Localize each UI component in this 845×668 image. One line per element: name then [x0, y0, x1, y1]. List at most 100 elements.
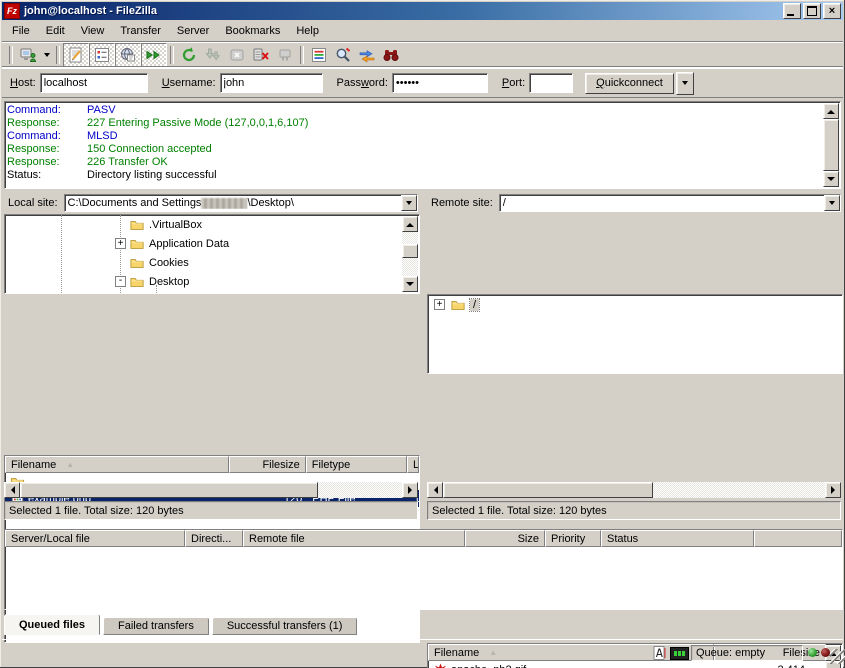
column-header-priority[interactable]: Priority: [545, 530, 601, 547]
expand-plus-icon[interactable]: [434, 299, 445, 310]
scroll-down-button[interactable]: [402, 276, 418, 292]
tree-guide-line: [61, 215, 62, 293]
scroll-up-button[interactable]: [823, 103, 839, 119]
tree-item-application-data[interactable]: Application Data: [5, 234, 419, 253]
column-header-server-local-file[interactable]: Server/Local file: [5, 530, 185, 547]
column-header-status[interactable]: Status: [601, 530, 754, 547]
tree-item-root[interactable]: /: [428, 295, 842, 314]
remote-site-dropdown-button[interactable]: [824, 195, 840, 211]
scroll-left-button[interactable]: [4, 482, 20, 498]
quickconnect-button[interactable]: Quickconnect: [585, 73, 674, 94]
scroll-down-button[interactable]: [823, 171, 839, 187]
sort-ascending-icon: [66, 460, 74, 469]
filezilla-window: john@localhost - FileZilla File Edit Vie…: [0, 0, 845, 668]
scroll-up-button[interactable]: [402, 216, 418, 232]
filter-button[interactable]: [307, 44, 331, 66]
maximize-button[interactable]: [803, 3, 821, 19]
refresh-button[interactable]: [177, 44, 201, 66]
site-manager-button[interactable]: [16, 44, 40, 66]
username-input[interactable]: [220, 73, 323, 93]
local-site-combobox[interactable]: C:\Documents and Settings\Desktop\: [64, 194, 418, 212]
remote-list-hscrollbar[interactable]: [427, 482, 841, 498]
menu-edit[interactable]: Edit: [38, 23, 73, 39]
column-header-size[interactable]: Size: [465, 530, 545, 547]
tree-item-virtualbox[interactable]: .VirtualBox: [5, 215, 419, 234]
toggle-queue-view-button[interactable]: [141, 43, 167, 67]
queue-view-icon: [145, 46, 163, 64]
directory-comparison-button[interactable]: [331, 44, 355, 66]
column-header-filename[interactable]: Filename: [5, 456, 229, 473]
minimize-icon: [787, 14, 794, 16]
folder-icon: [450, 298, 466, 312]
red-led-icon: [821, 648, 830, 657]
menu-bookmarks[interactable]: Bookmarks: [217, 23, 288, 39]
column-header-remote-file[interactable]: Remote file: [243, 530, 465, 547]
remote-site-combobox[interactable]: /: [499, 194, 841, 212]
local-site-dropdown-button[interactable]: [401, 195, 417, 211]
scrollbar-thumb[interactable]: [443, 482, 653, 498]
username-label: Username:: [162, 77, 216, 89]
menu-file[interactable]: File: [4, 23, 38, 39]
port-input[interactable]: [529, 73, 573, 93]
data-type-indicator-icon: [652, 645, 668, 661]
reconnect-button[interactable]: [273, 44, 297, 66]
remote-selection-status: Selected 1 file. Total size: 120 bytes: [427, 501, 841, 520]
menu-server[interactable]: Server: [169, 23, 217, 39]
column-header-direction[interactable]: Directi...: [185, 530, 243, 547]
cancel-icon: [228, 46, 246, 64]
column-header-filetype[interactable]: Filetype: [306, 456, 407, 473]
local-list-hscrollbar[interactable]: [4, 482, 418, 498]
sync-browsing-icon: [358, 46, 376, 64]
scroll-left-button[interactable]: [427, 482, 443, 498]
minimize-button[interactable]: [783, 3, 801, 19]
find-files-button[interactable]: [379, 44, 403, 66]
scrollbar-thumb[interactable]: [20, 482, 318, 498]
process-queue-button[interactable]: [201, 44, 225, 66]
remote-directory-tree: /: [427, 294, 843, 374]
folder-icon: [129, 237, 145, 251]
toggle-log-view-button[interactable]: [63, 43, 89, 67]
site-manager-icon: [19, 46, 37, 64]
queue-header: Server/Local file Directi... Remote file…: [5, 530, 842, 547]
toggle-remote-tree-button[interactable]: [115, 43, 141, 67]
host-input[interactable]: [40, 73, 148, 93]
host-label: Host:: [10, 77, 36, 89]
expand-plus-icon[interactable]: [115, 238, 126, 249]
disconnect-button[interactable]: [249, 44, 273, 66]
menu-view[interactable]: View: [73, 23, 113, 39]
scroll-right-button[interactable]: [825, 482, 841, 498]
tab-successful-transfers[interactable]: Successful transfers (1): [212, 617, 358, 635]
status-bar: Queue: empty: [2, 639, 843, 666]
maximize-icon: [807, 6, 817, 16]
synchronized-browsing-button[interactable]: [355, 44, 379, 66]
quickconnect-dropdown-button[interactable]: [676, 72, 694, 95]
cancel-operation-button[interactable]: [225, 44, 249, 66]
collapse-minus-icon[interactable]: [115, 276, 126, 287]
toolbar-grip: [9, 46, 13, 64]
scroll-right-button[interactable]: [402, 482, 418, 498]
chevron-down-icon: [682, 81, 688, 88]
tab-queued-files[interactable]: Queued files: [4, 614, 100, 635]
process-queue-icon: [204, 46, 222, 64]
menu-transfer[interactable]: Transfer: [112, 23, 169, 39]
toggle-local-tree-button[interactable]: [89, 43, 115, 67]
tab-failed-transfers[interactable]: Failed transfers: [103, 617, 209, 635]
disconnect-icon: [252, 46, 270, 64]
local-tree-scrollbar[interactable]: [402, 216, 418, 292]
folder-icon: [129, 256, 145, 270]
tree-item-cookies[interactable]: Cookies: [5, 253, 419, 272]
site-manager-dropdown-button[interactable]: [40, 44, 53, 66]
scrollbar-thumb[interactable]: [823, 119, 839, 171]
password-input[interactable]: [392, 73, 488, 93]
tree-item-desktop[interactable]: Desktop: [5, 272, 419, 291]
remote-site-row: Remote site: /: [427, 193, 841, 213]
column-header-filesize[interactable]: Filesize: [229, 456, 305, 473]
log-scrollbar[interactable]: [823, 103, 839, 187]
local-list-header: Filename Filesize Filetype L: [5, 456, 419, 473]
menu-help[interactable]: Help: [288, 23, 327, 39]
column-header-lastmodified[interactable]: L: [407, 456, 419, 473]
scrollbar-thumb[interactable]: [402, 244, 418, 258]
resize-grip[interactable]: [830, 649, 845, 664]
local-path: C:\Documents and Settings\Desktop\: [68, 197, 417, 209]
close-button[interactable]: [823, 3, 841, 19]
